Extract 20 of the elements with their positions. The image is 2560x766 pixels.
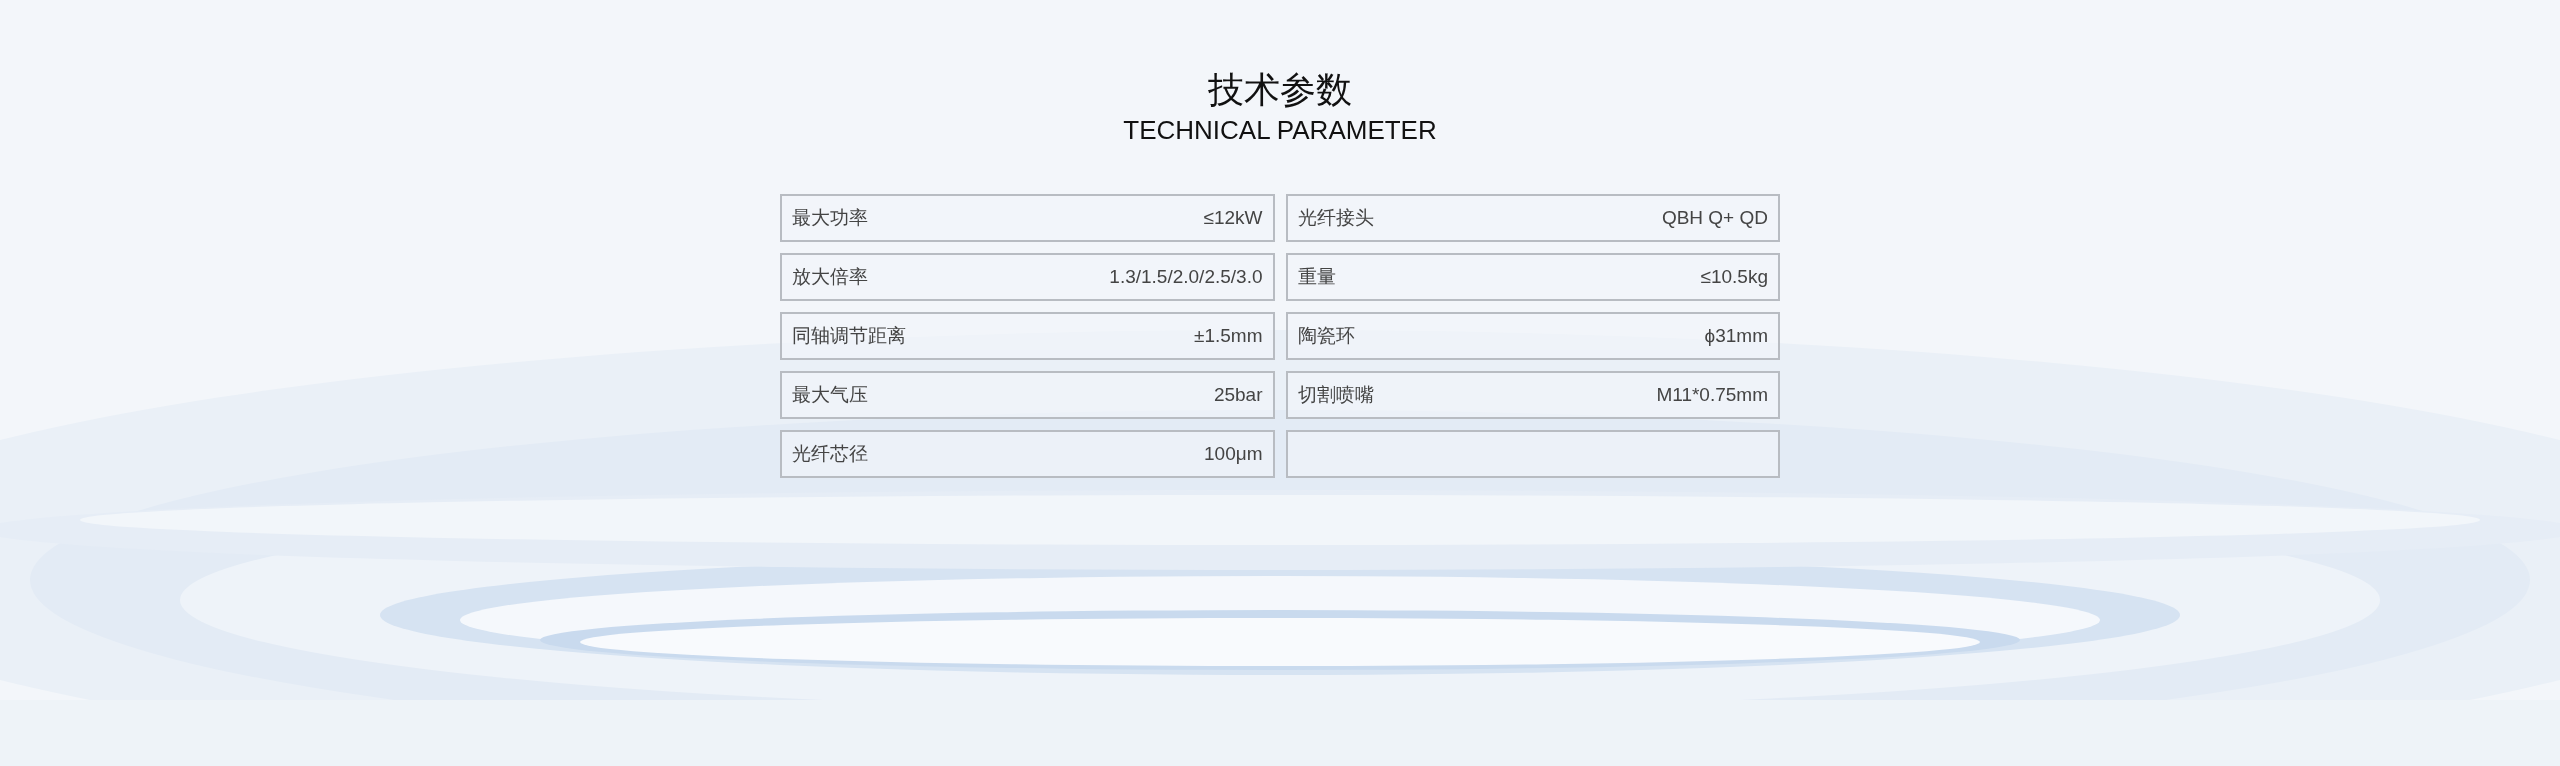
parameter-value: ϕ31mm — [1704, 323, 1768, 348]
parameter-value: 1.3/1.5/2.0/2.5/3.0 — [1109, 264, 1263, 289]
parameter-value: ≤12kW — [1203, 205, 1263, 230]
parameter-label: 重量 — [1297, 264, 1336, 289]
section-title: 技术参数 — [1208, 68, 1352, 112]
parameter-label: 光纤芯径 — [792, 441, 868, 466]
parameter-value: 100μm — [1204, 441, 1263, 466]
parameter-label: 同轴调节距离 — [792, 323, 906, 348]
parameter-label: 切割喷嘴 — [1297, 382, 1374, 407]
parameter-label: 陶瓷环 — [1297, 323, 1355, 348]
parameter-label: 最大功率 — [792, 205, 868, 230]
parameter-value: ≤10.5kg — [1700, 264, 1768, 289]
parameter-label: 放大倍率 — [792, 264, 868, 289]
parameter-label: 光纤接头 — [1297, 205, 1374, 230]
parameter-value: QBH Q+ QD — [1661, 205, 1768, 230]
parameter-value: 25bar — [1213, 382, 1263, 407]
section-subtitle: TECHNICAL PARAMETER — [1123, 114, 1437, 146]
parameter-value: ±1.5mm — [1194, 323, 1263, 348]
parameter-value: M11*0.75mm — [1656, 382, 1768, 407]
parameter-label: 最大气压 — [792, 382, 868, 407]
